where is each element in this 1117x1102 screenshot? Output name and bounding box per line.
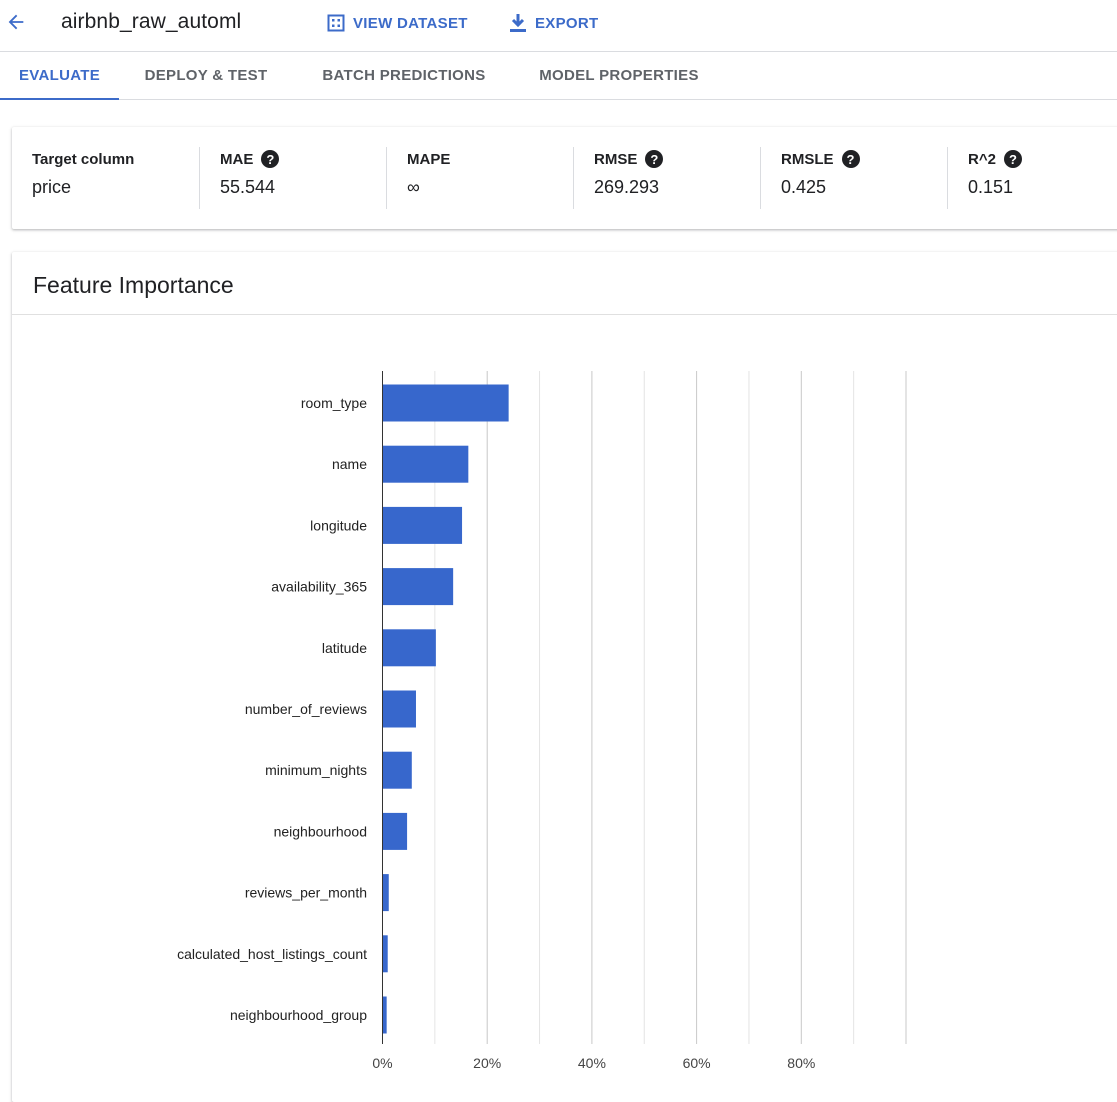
category-label: longitude xyxy=(310,517,367,533)
bar xyxy=(383,812,408,850)
metric-value: ∞ xyxy=(407,177,420,197)
x-tick-label: 60% xyxy=(683,1055,711,1071)
bar xyxy=(383,506,463,544)
metric-rmsle: RMSLE? 0.425 xyxy=(760,147,946,209)
metric-label: MAE xyxy=(220,150,254,168)
help-icon[interactable]: ? xyxy=(645,150,664,168)
metric-mae: MAE? 55.544 xyxy=(199,147,385,209)
tab-batch-predictions[interactable]: BATCH PREDICTIONS xyxy=(309,52,499,99)
view-dataset-button[interactable]: VIEW DATASET xyxy=(327,8,468,38)
download-icon xyxy=(510,14,526,32)
export-button[interactable]: EXPORT xyxy=(509,8,598,38)
tab-bar: EVALUATE DEPLOY & TEST BATCH PREDICTIONS… xyxy=(0,52,1117,100)
metric-value: 269.293 xyxy=(594,177,660,197)
top-app-bar: airbnb_raw_automl VIEW DATASET EXPORT xyxy=(0,0,1117,52)
metric-label: MAPE xyxy=(407,150,451,168)
metric-target-column: Target column price xyxy=(12,147,198,209)
help-icon[interactable]: ? xyxy=(841,150,860,168)
category-label: minimum_nights xyxy=(265,762,367,778)
bar xyxy=(383,935,388,973)
bar xyxy=(383,629,436,667)
metric-label: RMSLE xyxy=(781,150,834,168)
feature-importance-chart: room_typename longitude availability_365la… xyxy=(177,371,907,1071)
bar xyxy=(383,568,454,606)
metric-r-squared: R^2? 0.151 xyxy=(947,147,1117,209)
category-label: reviews_per_month xyxy=(245,885,367,901)
x-tick-label: 0% xyxy=(372,1055,392,1071)
x-tick-label: 40% xyxy=(578,1055,606,1071)
metric-value: price xyxy=(32,177,72,197)
category-label: calculated_host_listings_count xyxy=(177,946,367,962)
help-icon[interactable]: ? xyxy=(1003,150,1022,168)
category-label: neighbourhood_group xyxy=(230,1007,367,1023)
category-label: availability_365 xyxy=(271,579,367,595)
metric-rmse: RMSE? 269.293 xyxy=(573,147,759,209)
x-tick-label: 80% xyxy=(787,1055,815,1071)
category-label: room_type xyxy=(301,395,367,411)
metric-label: R^2 xyxy=(968,150,996,168)
metric-label: RMSE xyxy=(594,150,638,168)
arrow-back-icon xyxy=(8,14,24,30)
tab-deploy-and-test[interactable]: DEPLOY & TEST xyxy=(130,52,282,99)
view-dataset-label: VIEW DATASET xyxy=(353,14,468,32)
help-icon[interactable]: ? xyxy=(261,150,280,168)
export-label: EXPORT xyxy=(535,14,599,32)
category-label: number_of_reviews xyxy=(245,701,367,717)
grid-icon xyxy=(327,14,345,32)
model-title: airbnb_raw_automl xyxy=(61,10,242,33)
back-button[interactable] xyxy=(2,8,30,36)
metric-label: Target column xyxy=(32,150,135,168)
metric-value: 0.151 xyxy=(968,177,1014,197)
tab-evaluate[interactable]: EVALUATE xyxy=(0,52,119,100)
bar xyxy=(383,751,412,789)
category-label: latitude xyxy=(322,640,367,656)
tab-model-properties[interactable]: MODEL PROPERTIES xyxy=(526,52,712,99)
metric-value: 55.544 xyxy=(220,177,276,197)
bar xyxy=(383,874,389,912)
feature-importance-card: Feature Importance room_type name longitud… xyxy=(12,252,1117,1102)
bar xyxy=(383,690,416,728)
category-label: neighbourhood xyxy=(274,823,367,839)
category-label: name xyxy=(332,456,367,472)
bar xyxy=(383,996,387,1034)
bar xyxy=(383,384,509,422)
metric-mape: MAPE ∞ xyxy=(386,147,572,209)
x-tick-label: 20% xyxy=(473,1055,501,1071)
bar xyxy=(383,445,469,483)
metric-value: 0.425 xyxy=(781,177,827,197)
metrics-card: Target column price MAE? 55.544 MAPE ∞ R… xyxy=(12,127,1117,229)
